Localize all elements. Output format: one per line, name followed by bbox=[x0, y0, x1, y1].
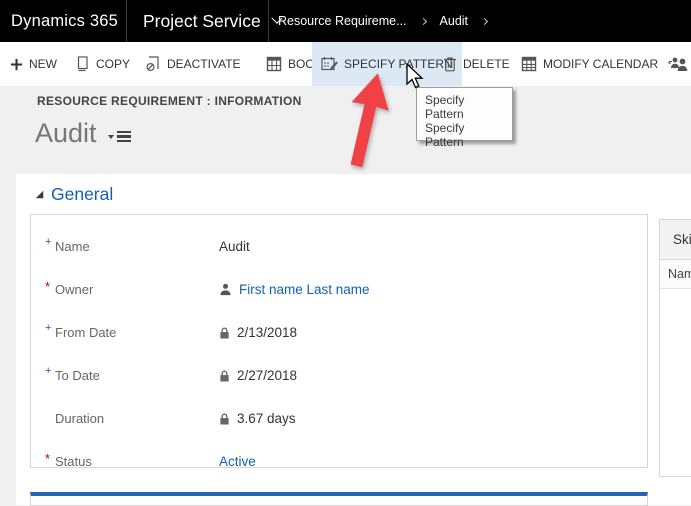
topbar-divider bbox=[126, 0, 127, 42]
skills-subgrid-title: Skills bbox=[660, 220, 691, 260]
calendar-edit-icon bbox=[321, 56, 338, 72]
general-section: +Name Audit *Owner First name Last name … bbox=[30, 214, 648, 468]
assign-people-icon bbox=[668, 56, 689, 73]
duration-field-value[interactable]: 3.67 days bbox=[237, 411, 296, 426]
mouse-cursor bbox=[405, 63, 427, 91]
app-switcher[interactable]: Project Service bbox=[143, 0, 281, 42]
top-navigation-bar: Dynamics 365 Project Service Resource Re… bbox=[0, 0, 691, 42]
tooltip-description: Specify Pattern bbox=[425, 121, 504, 149]
to-date-field-value[interactable]: 2/27/2018 bbox=[237, 368, 297, 383]
calendar-grid-icon bbox=[521, 56, 537, 72]
plus-icon bbox=[10, 58, 23, 71]
section-general-toggle[interactable]: General bbox=[35, 184, 113, 205]
tooltip: Specify Pattern Specify Pattern bbox=[416, 87, 513, 141]
menu-icon bbox=[117, 131, 131, 143]
new-button-label: NEW bbox=[29, 57, 57, 71]
new-button[interactable]: NEW bbox=[10, 42, 57, 86]
recommended-marker: + bbox=[45, 236, 55, 251]
copy-icon bbox=[75, 56, 90, 72]
section-collapse-icon bbox=[35, 190, 44, 199]
modify-calendar-button-label: MODIFY CALENDAR bbox=[543, 57, 658, 71]
chevron-right-icon bbox=[481, 17, 488, 24]
field-row-to-date: +To Date 2/27/2018 bbox=[31, 354, 647, 397]
command-bar: NEW COPY DEACTIVATE BOOK SPECIFY PATTERN… bbox=[0, 42, 691, 86]
recommended-marker: + bbox=[45, 322, 55, 337]
recommended-marker: + bbox=[45, 365, 55, 380]
breadcrumb: Resource Requireme... Audit bbox=[278, 0, 487, 42]
chevron-right-icon bbox=[419, 17, 426, 24]
tooltip-title: Specify Pattern bbox=[425, 93, 504, 121]
deactivate-button[interactable]: DEACTIVATE bbox=[145, 42, 241, 86]
field-row-from-date: +From Date 2/13/2018 bbox=[31, 311, 647, 354]
copy-button[interactable]: COPY bbox=[75, 42, 130, 86]
trash-icon bbox=[443, 56, 457, 72]
field-row-owner: *Owner First name Last name bbox=[31, 268, 647, 311]
lock-icon bbox=[219, 327, 230, 339]
required-marker: * bbox=[45, 279, 55, 294]
from-date-field-label: From Date bbox=[55, 325, 116, 340]
form-selector-button[interactable] bbox=[108, 131, 131, 143]
name-field-label: Name bbox=[55, 239, 90, 254]
skills-subgrid: Skills Name bbox=[659, 219, 691, 477]
copy-button-label: COPY bbox=[96, 57, 130, 71]
status-field-value[interactable]: Active bbox=[219, 454, 256, 469]
app-name-label: Project Service bbox=[143, 11, 261, 32]
from-date-field-value[interactable]: 2/13/2018 bbox=[237, 325, 297, 340]
skills-column-header-name[interactable]: Name bbox=[660, 260, 691, 289]
duration-field-label: Duration bbox=[55, 411, 104, 426]
owner-field-value[interactable]: First name Last name bbox=[239, 282, 370, 297]
owner-field-label: Owner bbox=[55, 282, 93, 297]
person-icon bbox=[219, 283, 232, 296]
breadcrumb-item-audit[interactable]: Audit bbox=[440, 14, 469, 28]
assign-button[interactable] bbox=[668, 42, 689, 86]
required-marker: * bbox=[45, 451, 55, 466]
dynamics-365-logo[interactable]: Dynamics 365 bbox=[11, 0, 118, 42]
record-title: Audit bbox=[35, 118, 97, 149]
delete-button[interactable]: DELETE bbox=[443, 42, 510, 86]
to-date-field-label: To Date bbox=[55, 368, 100, 383]
field-row-status: *Status Active bbox=[31, 440, 647, 483]
caret-down-icon bbox=[108, 135, 114, 139]
deactivate-icon bbox=[145, 56, 161, 72]
delete-button-label: DELETE bbox=[463, 57, 510, 71]
name-field-value[interactable]: Audit bbox=[219, 239, 250, 254]
breadcrumb-item-resource-requirements[interactable]: Resource Requireme... bbox=[278, 14, 407, 28]
field-row-duration: Duration 3.67 days bbox=[31, 397, 647, 440]
status-field-label: Status bbox=[55, 454, 92, 469]
modify-calendar-button[interactable]: MODIFY CALENDAR bbox=[521, 42, 658, 86]
lock-icon bbox=[219, 370, 230, 382]
lock-icon bbox=[219, 413, 230, 425]
field-row-name: +Name Audit bbox=[31, 225, 647, 268]
book-grid-icon bbox=[266, 56, 282, 72]
brand-label: Dynamics 365 bbox=[11, 12, 118, 31]
entity-form-label: RESOURCE REQUIREMENT : INFORMATION bbox=[37, 94, 302, 108]
next-section-divider bbox=[30, 492, 648, 506]
section-general-label: General bbox=[51, 184, 113, 205]
deactivate-button-label: DEACTIVATE bbox=[167, 57, 241, 71]
